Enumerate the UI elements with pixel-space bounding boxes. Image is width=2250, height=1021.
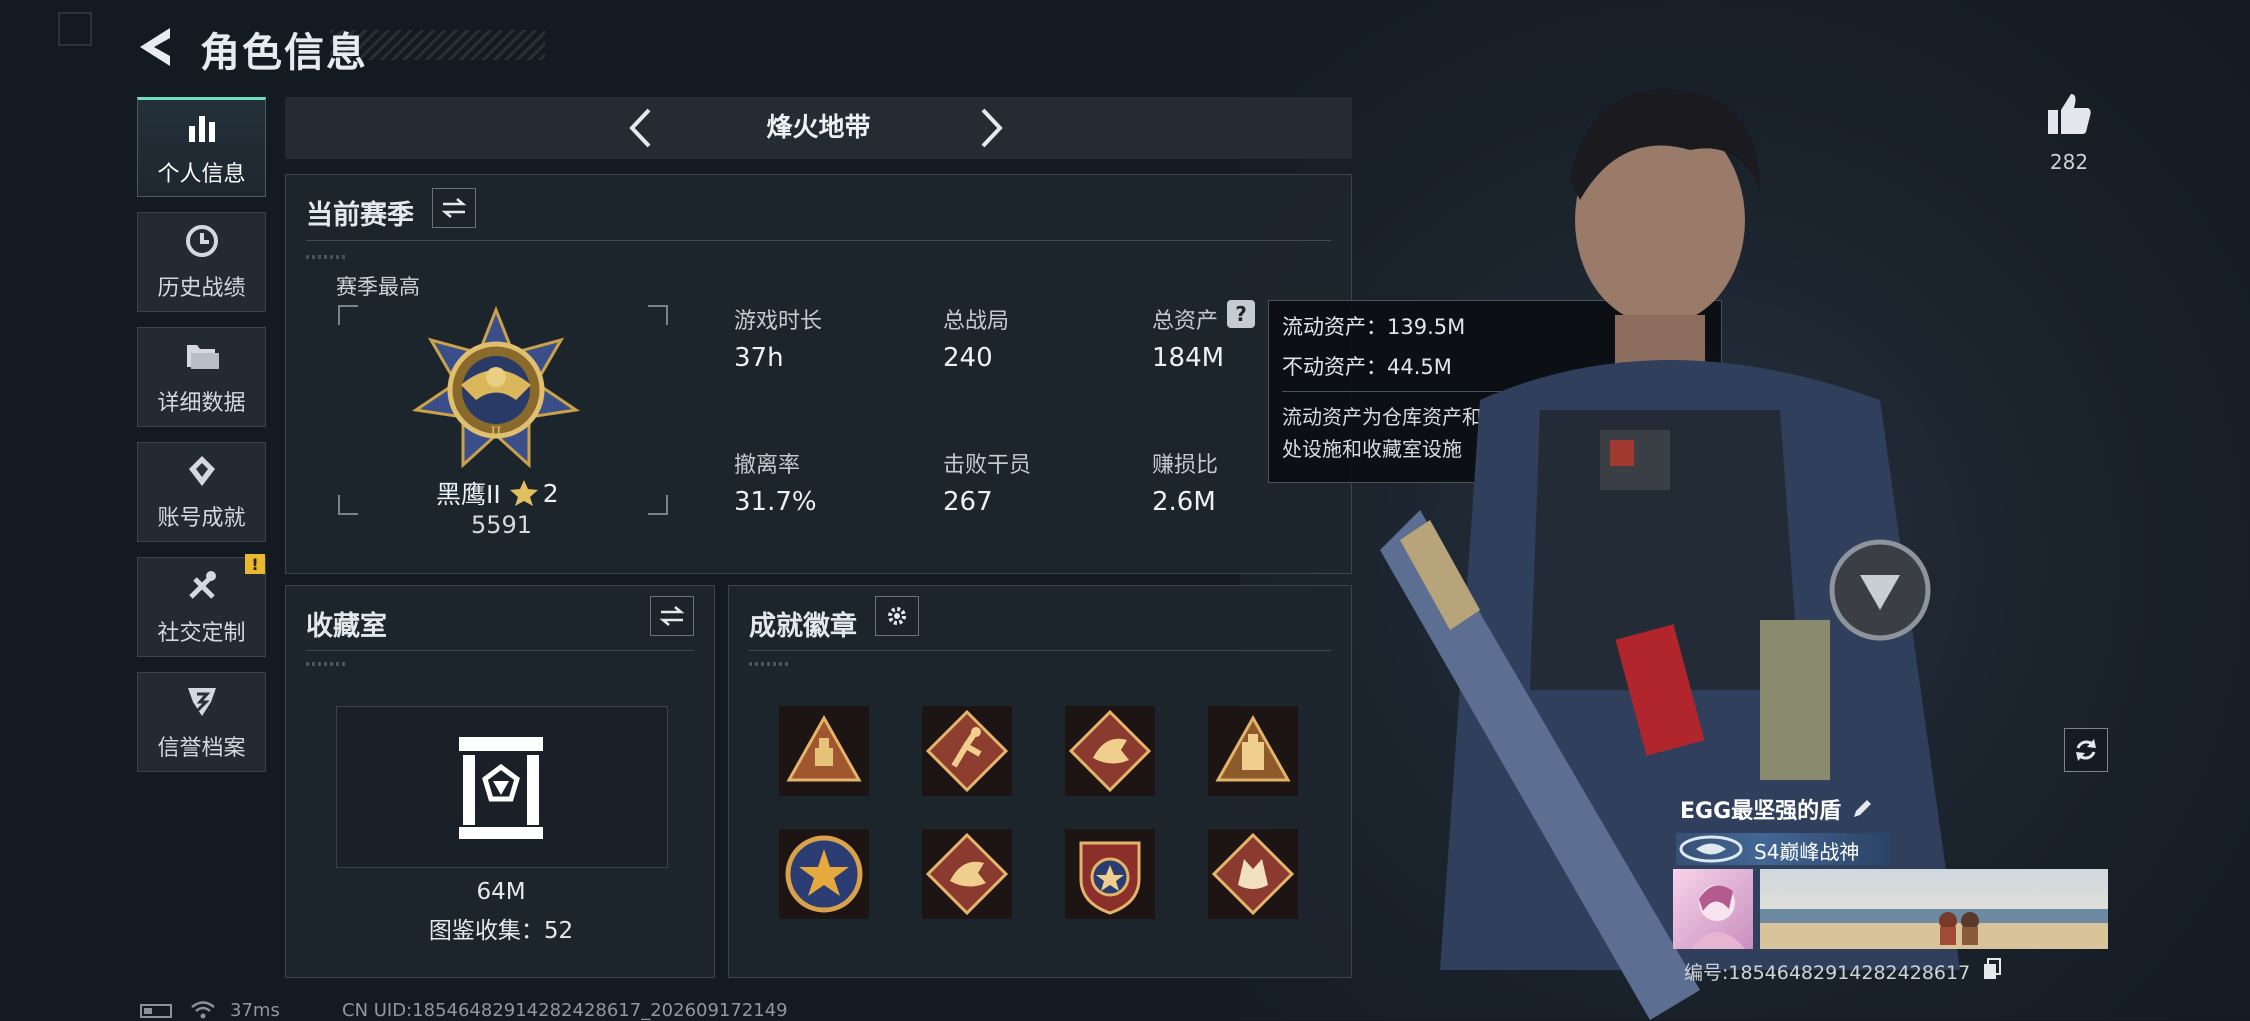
star-icon bbox=[509, 480, 538, 506]
folder-icon bbox=[186, 345, 219, 369]
sidebar-item-label: 账号成就 bbox=[157, 506, 246, 531]
stat-label-total-matches: 总战局 bbox=[943, 309, 1010, 334]
divider bbox=[749, 650, 1331, 651]
achievement-settings-button[interactable] bbox=[875, 596, 919, 636]
edit-icon[interactable] bbox=[1850, 797, 1874, 821]
mode-next-button[interactable] bbox=[967, 97, 1017, 159]
sidebar-item-personal-info[interactable]: 个人信息 bbox=[137, 97, 266, 197]
stat-value-total-assets: 184M bbox=[1152, 343, 1225, 373]
mode-name: 烽火地带 bbox=[766, 113, 871, 143]
bar-chart-icon bbox=[188, 116, 215, 142]
stat-value-kills: 267 bbox=[943, 487, 993, 517]
stat-value-playtime: 37h bbox=[734, 343, 784, 373]
season-heading: 当前赛季 bbox=[306, 200, 414, 231]
divider-dots bbox=[306, 662, 346, 666]
collection-catalog: 图鉴收集：52 bbox=[428, 918, 574, 944]
sidebar-item-label: 社交定制 bbox=[157, 621, 246, 646]
swap-icon bbox=[659, 606, 685, 626]
runner-diamond-badge[interactable] bbox=[922, 706, 1012, 796]
refresh-icon bbox=[2076, 739, 2096, 761]
rank-emblem-icon: II bbox=[411, 305, 581, 469]
collection-room-icon bbox=[459, 737, 543, 839]
gear-icon bbox=[888, 607, 906, 625]
copy-icon[interactable] bbox=[1982, 958, 2002, 980]
title-decoration bbox=[330, 30, 545, 60]
player-id: 编号:18546482914282428617 bbox=[1684, 962, 1971, 984]
sidebar-item-label: 个人信息 bbox=[157, 162, 246, 187]
network-ping: 37ms bbox=[230, 1000, 280, 1021]
player-name: EGG最坚强的盾 bbox=[1680, 799, 1842, 824]
stat-value-total-matches: 240 bbox=[943, 343, 993, 373]
profile-banner[interactable] bbox=[1760, 869, 2108, 949]
mode-prev-button[interactable] bbox=[615, 97, 665, 159]
sidebar-item-label: 历史战绩 bbox=[157, 276, 246, 301]
credibility-icon bbox=[187, 688, 216, 716]
crest-shield-badge[interactable] bbox=[1065, 829, 1155, 919]
assets-help-button[interactable]: ? bbox=[1227, 300, 1255, 328]
stat-label-playtime: 游戏时长 bbox=[734, 309, 823, 334]
avatar[interactable] bbox=[1673, 869, 1753, 949]
stat-label-total-assets: 总资产 bbox=[1152, 309, 1219, 334]
tools-icon bbox=[188, 571, 216, 599]
wifi-icon bbox=[191, 1001, 215, 1019]
divider bbox=[306, 650, 694, 651]
wolf-diamond-badge[interactable] bbox=[1208, 829, 1298, 919]
stat-value-profit-ratio: 2.6M bbox=[1152, 487, 1216, 517]
avatar-portrait-icon bbox=[1691, 885, 1745, 949]
rank-stars: 2 bbox=[542, 478, 559, 508]
chevron-left-icon bbox=[629, 108, 651, 148]
refresh-button[interactable] bbox=[2064, 728, 2108, 772]
warning-triangle-badge[interactable] bbox=[779, 706, 869, 796]
back-arrow-icon bbox=[140, 28, 170, 66]
season-panel: 当前赛季 赛季最高 II 黑鹰II 2 5591 游戏时长 37h 总战局 24… bbox=[285, 174, 1352, 574]
chevron-right-icon bbox=[981, 108, 1003, 148]
collection-switch-button[interactable] bbox=[650, 596, 694, 636]
achievement-heading: 成就徽章 bbox=[749, 611, 857, 642]
title-emblem-icon bbox=[1679, 835, 1743, 863]
rank-line: 黑鹰II 2 bbox=[436, 475, 559, 511]
season-switch-button[interactable] bbox=[432, 188, 476, 228]
dragon-diamond-badge[interactable] bbox=[1065, 706, 1155, 796]
collection-value: 64M bbox=[476, 879, 526, 905]
divider-dots bbox=[306, 255, 346, 259]
stat-label-profit-ratio: 赚损比 bbox=[1152, 453, 1219, 478]
rank-score: 5591 bbox=[471, 511, 533, 539]
collection-panel: 收藏室 64M 图鉴收集：52 bbox=[285, 585, 715, 978]
like-count: 282 bbox=[2049, 150, 2089, 174]
divider-dots bbox=[749, 662, 789, 666]
sidebar-item-label: 信誉档案 bbox=[157, 736, 246, 761]
corner-decoration bbox=[58, 12, 92, 46]
collection-heading: 收藏室 bbox=[306, 611, 387, 642]
stat-label-kills: 击败干员 bbox=[943, 453, 1032, 478]
player-title: S4巅峰战神 bbox=[1754, 840, 1860, 864]
sidebar-item-credibility[interactable]: 信誉档案 bbox=[137, 672, 266, 772]
sidebar-item-achievements[interactable]: 账号成就 bbox=[137, 442, 266, 542]
swap-icon bbox=[441, 198, 467, 218]
achievement-panel: 成就徽章 bbox=[728, 585, 1352, 978]
account-uid: CN UID:18546482914282428617_202609172149 bbox=[342, 1000, 788, 1021]
mode-switch-bar: 烽火地带 bbox=[285, 97, 1352, 159]
sidebar-item-label: 详细数据 bbox=[157, 391, 246, 416]
dragon-diamond-badge[interactable] bbox=[922, 829, 1012, 919]
thumbs-up-icon[interactable] bbox=[2044, 90, 2094, 140]
star-medal-badge[interactable] bbox=[779, 829, 869, 919]
battery-icon bbox=[140, 1004, 172, 1018]
divider bbox=[306, 240, 1331, 241]
sidebar-item-history[interactable]: 历史战绩 bbox=[137, 212, 266, 312]
season-best-label: 赛季最高 bbox=[336, 275, 420, 299]
stat-label-extraction-rate: 撤离率 bbox=[734, 453, 801, 478]
back-button[interactable] bbox=[134, 24, 184, 70]
collection-display[interactable] bbox=[336, 706, 668, 868]
notification-badge: ! bbox=[245, 554, 265, 574]
svg-text:II: II bbox=[490, 425, 501, 441]
rank-name: 黑鹰II bbox=[436, 480, 501, 509]
sidebar-item-detailed-data[interactable]: 详细数据 bbox=[137, 327, 266, 427]
achievement-icon bbox=[188, 456, 215, 486]
history-icon bbox=[185, 225, 218, 257]
stat-value-extraction-rate: 31.7% bbox=[734, 487, 817, 517]
tower-triangle-badge[interactable] bbox=[1208, 706, 1298, 796]
